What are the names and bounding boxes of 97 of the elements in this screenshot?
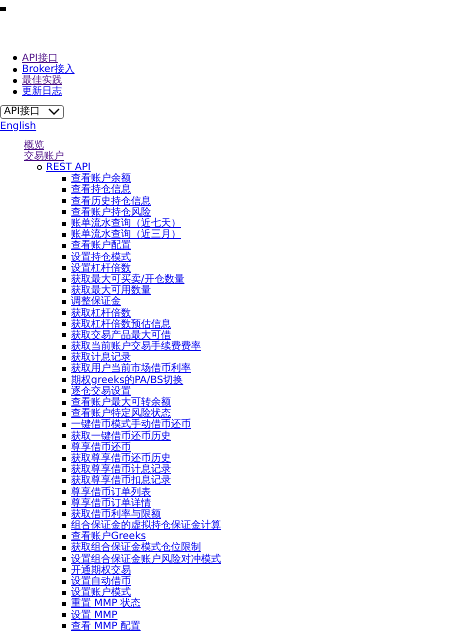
toc-link[interactable]: 设置 MMP <box>71 610 118 621</box>
toc-link[interactable]: 获取最大可买卖/开仓数量 <box>71 274 184 286</box>
bullet-icon <box>62 266 66 270</box>
toc-link[interactable]: 组合保证金的虚拟持仓保证金计算 <box>71 520 221 532</box>
toc-link[interactable]: 获取用户当前市场借币利率 <box>71 363 191 375</box>
bullet-icon <box>62 568 66 572</box>
bullet-icon <box>62 300 66 304</box>
bullet-icon <box>62 378 66 382</box>
toc-link[interactable]: 获取尊享借币计息记录 <box>71 464 171 476</box>
bullet-icon <box>62 613 66 618</box>
toc-link[interactable]: 账单流水查询（近三月） <box>71 229 181 240</box>
toc-link[interactable]: 设置组合保证金账户风险对冲模式 <box>71 554 221 565</box>
toc-link[interactable]: 获取杠杆倍数 <box>71 308 131 319</box>
toc-link[interactable]: REST API <box>46 162 91 174</box>
toc-link[interactable]: 重置 MMP 状态 <box>71 598 141 610</box>
toc-link[interactable]: 设置杠杆倍数 <box>71 262 131 274</box>
bullet-icon <box>62 222 66 226</box>
toc-link[interactable]: 设置持仓模式 <box>71 252 131 263</box>
toc-link[interactable]: 查看账户持仓风险 <box>71 206 151 218</box>
toc-link[interactable]: 获取交易产品最大可借 <box>71 330 171 342</box>
bullet-icon <box>62 445 66 450</box>
toc-link[interactable]: 开通期权交易 <box>71 564 131 576</box>
toc-link[interactable]: 逐仓交易设置 <box>71 386 131 398</box>
bullet-icon <box>62 188 66 192</box>
toc-link[interactable]: 查看历史持仓信息 <box>71 196 151 207</box>
bullet-icon <box>13 68 17 72</box>
toc-link[interactable]: 查看 MMP 配置 <box>71 620 141 632</box>
bullet-icon <box>62 232 66 237</box>
bullet-icon <box>62 210 66 214</box>
bullet-icon <box>37 165 42 170</box>
bullet-icon <box>13 56 17 60</box>
bullet-icon <box>62 478 66 483</box>
toc-link[interactable]: 设置账户模式 <box>71 587 131 598</box>
bullet-icon <box>62 490 66 494</box>
bullet-icon <box>62 602 66 606</box>
bullet-icon <box>62 534 66 539</box>
bullet-icon <box>62 199 66 204</box>
toc-link[interactable]: 获取当前账户交易手续费费率 <box>71 341 201 352</box>
toc-link[interactable]: 查看账户余额 <box>71 173 131 184</box>
toc-link[interactable]: 查看账户配置 <box>71 240 131 252</box>
bullet-icon <box>13 78 17 83</box>
toc-link[interactable]: 获取尊享借币扣息记录 <box>71 475 171 487</box>
toc-link[interactable]: 尊享借币订单列表 <box>71 486 151 498</box>
bullet-icon <box>62 501 66 506</box>
bullet-icon <box>62 356 66 360</box>
toc-link[interactable]: 账单流水查询（近七天） <box>71 218 181 230</box>
bullet-icon <box>62 400 66 405</box>
nav-link[interactable]: API接口 <box>22 52 58 64</box>
bullet-icon <box>13 90 17 94</box>
toc-link[interactable]: 查看持仓信息 <box>71 184 131 196</box>
toc-link[interactable]: 查看账户最大可转余额 <box>71 397 171 408</box>
bullet-icon <box>62 580 66 584</box>
bullet-icon <box>62 322 66 326</box>
bullet-icon <box>62 333 66 338</box>
bullet-icon <box>62 389 66 394</box>
bullet-icon <box>62 244 66 248</box>
nav-link[interactable]: 更新日志 <box>22 86 62 98</box>
bullet-icon <box>62 624 66 628</box>
bullet-icon <box>62 412 66 416</box>
toc-link[interactable]: 尊享借币还币 <box>71 442 131 453</box>
bullet-icon <box>62 524 66 528</box>
bullet-icon <box>62 367 66 372</box>
nav-link[interactable]: 最佳实践 <box>22 75 62 86</box>
bullet-icon <box>62 288 66 293</box>
bullet-icon <box>62 557 66 562</box>
bullet-icon <box>62 512 66 516</box>
toc-link[interactable]: 交易账户 <box>24 150 64 162</box>
toc-link[interactable]: 一键借币模式手动借币还币 <box>71 419 191 431</box>
toc-link[interactable]: 获取最大可用数量 <box>71 285 151 296</box>
bullet-icon <box>62 278 66 282</box>
toc-link[interactable]: 获取组合保证金模式仓位限制 <box>71 542 201 554</box>
nav-link[interactable]: Broker接入 <box>22 64 75 76</box>
bullet-icon <box>62 590 66 595</box>
bullet-icon <box>62 456 66 461</box>
bullet-icon <box>62 422 66 427</box>
toc-link[interactable]: 查看账户特定风险状态 <box>71 408 171 420</box>
toc-link[interactable]: 查看账户Greeks <box>71 531 146 542</box>
bullet-icon <box>62 255 66 260</box>
bullet-icon <box>62 344 66 349</box>
toc-link[interactable]: 调整保证金 <box>71 296 121 308</box>
language-link[interactable]: English <box>0 120 36 132</box>
bullet-icon <box>62 546 66 550</box>
bullet-icon <box>62 434 66 438</box>
toc-link[interactable]: 获取借币利率与限额 <box>71 508 161 520</box>
toc-link[interactable]: 获取杠杆倍数预估信息 <box>71 318 171 330</box>
toc-link[interactable]: 获取计息记录 <box>71 352 131 364</box>
bullet-icon <box>62 176 66 181</box>
section-select[interactable]: API接口 <box>0 104 64 118</box>
bar-icon <box>0 7 6 11</box>
toc-link[interactable]: 设置自动借币 <box>71 576 131 588</box>
bullet-icon <box>62 468 66 472</box>
bullet-icon <box>62 311 66 316</box>
toc-link[interactable]: 尊享借币订单详情 <box>71 498 151 509</box>
toc-link[interactable]: 期权greeks的PA/BS切换 <box>71 374 184 386</box>
toc-link[interactable]: 获取尊享借币还币历史 <box>71 452 171 464</box>
chevron-down-icon <box>48 108 60 115</box>
toc-link[interactable]: 概览 <box>24 140 44 151</box>
